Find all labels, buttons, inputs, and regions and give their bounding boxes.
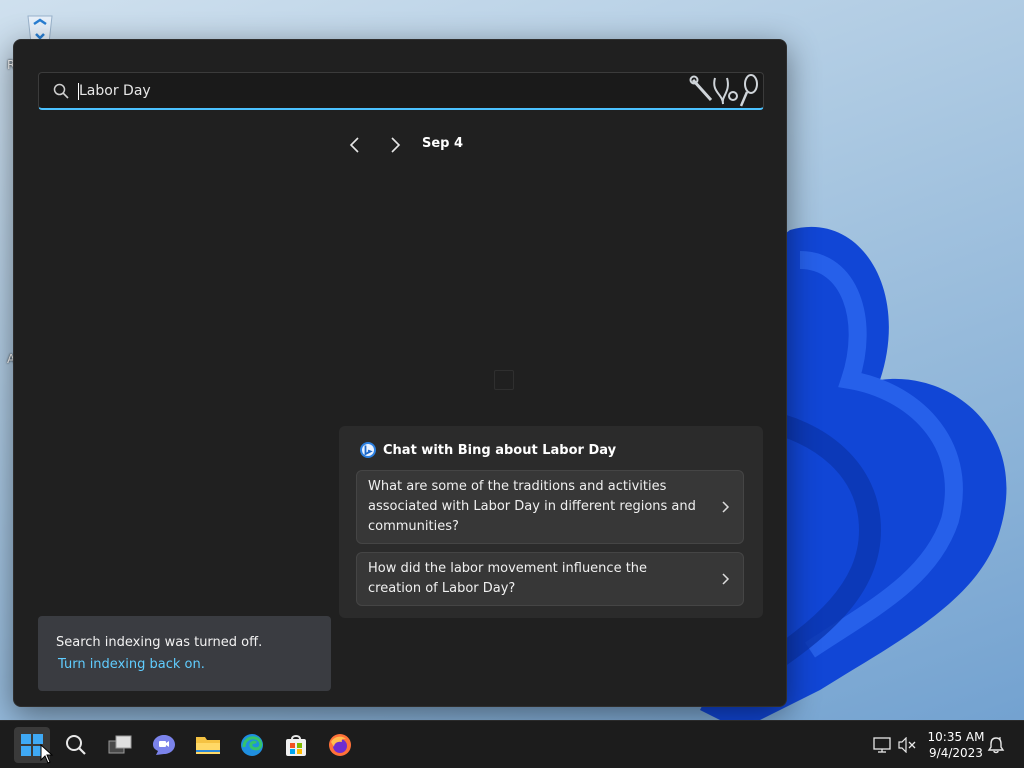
loading-placeholder <box>494 370 514 390</box>
edge-browser-button[interactable] <box>234 727 270 763</box>
file-explorer-button[interactable] <box>190 727 226 763</box>
chevron-right-icon <box>722 573 730 585</box>
search-icon <box>53 83 69 99</box>
microsoft-store-button[interactable] <box>278 727 314 763</box>
bing-chat-card: Chat with Bing about Labor Day What are … <box>339 426 763 618</box>
chevron-left-icon <box>349 137 359 153</box>
next-date-button[interactable] <box>384 134 406 156</box>
search-input[interactable] <box>79 79 679 103</box>
search-panel: Sep 4 Chat with Bing about Labor Day Wha… <box>13 39 787 707</box>
firefox-icon <box>329 734 351 756</box>
indexing-notice: Search indexing was turned off. Turn ind… <box>38 616 331 691</box>
bing-chat-title: Chat with Bing about Labor Day <box>383 442 617 458</box>
network-icon[interactable] <box>872 735 892 755</box>
bing-chat-header: Chat with Bing about Labor Day <box>359 440 616 460</box>
notification-center-button[interactable] <box>986 735 1006 755</box>
system-clock[interactable]: 10:35 AM 9/4/2023 <box>922 729 990 761</box>
current-date-label: Sep 4 <box>422 136 464 151</box>
speaker-muted-icon <box>898 737 916 753</box>
chat-button[interactable] <box>146 727 182 763</box>
bing-suggestion-item[interactable]: What are some of the traditions and acti… <box>356 470 744 544</box>
network-icon <box>873 737 891 753</box>
teams-chat-icon <box>153 735 175 755</box>
mouse-cursor-icon <box>40 744 54 764</box>
taskbar-search-button[interactable] <box>58 727 94 763</box>
chevron-right-icon <box>722 501 730 513</box>
edge-icon <box>241 734 263 756</box>
turn-indexing-on-link[interactable]: Turn indexing back on. <box>58 657 205 672</box>
taskbar: 10:35 AM 9/4/2023 <box>0 720 1024 768</box>
firefox-button[interactable] <box>322 727 358 763</box>
bing-chat-icon <box>360 442 376 458</box>
search-box[interactable] <box>38 72 764 110</box>
bing-suggestion-item[interactable]: How did the labor movement influence the… <box>356 552 744 606</box>
clock-time: 10:35 AM <box>927 730 985 744</box>
store-icon <box>286 735 306 756</box>
task-view-button[interactable] <box>102 727 138 763</box>
search-highlight-illustration-icon <box>689 74 758 107</box>
bing-suggestion-text: How did the labor movement influence the… <box>368 561 648 596</box>
clock-date: 9/4/2023 <box>929 746 983 760</box>
bing-suggestion-text: What are some of the traditions and acti… <box>368 479 696 534</box>
text-caret <box>78 83 79 100</box>
chevron-right-icon <box>391 137 401 153</box>
search-icon <box>66 735 86 755</box>
previous-date-button[interactable] <box>344 134 366 156</box>
notification-bell-icon <box>987 737 1005 754</box>
indexing-message: Search indexing was turned off. <box>56 635 263 650</box>
volume-muted-icon[interactable] <box>897 735 917 755</box>
task-view-icon <box>108 735 132 754</box>
folder-icon <box>196 737 220 754</box>
